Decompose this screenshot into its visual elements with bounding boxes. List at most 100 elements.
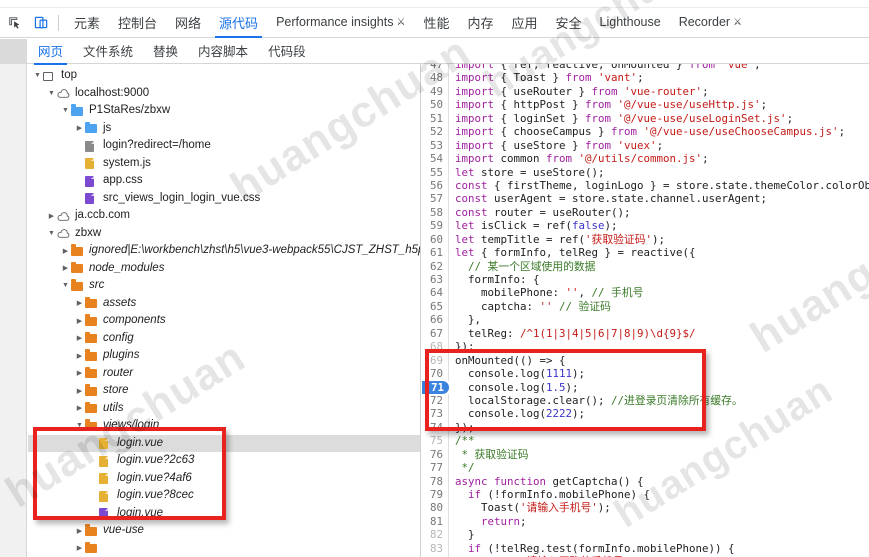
tab-performance[interactable]: 性能 [414,9,458,37]
tab-application[interactable]: 应用 [502,9,546,37]
code-line[interactable]: 57 const userAgent = store.state.channel.… [422,192,869,206]
tree-node[interactable]: ▶ router [28,365,420,383]
tree-node[interactable]: ▶ js [28,120,420,138]
chevron-right-icon[interactable]: ▶ [74,350,85,361]
line-number[interactable]: 77 [422,461,449,475]
code-line[interactable]: 83 if (!telReg.test(formInfo.mobilePhone… [422,541,869,556]
code-line[interactable]: 71 console.log(1.5); [422,380,869,394]
tab-memory[interactable]: 内存 [458,9,502,37]
line-number[interactable]: 58 [422,205,449,220]
line-number[interactable]: 63 [422,273,449,287]
code-line[interactable]: 67 telReg: /^1(1|3|4|5|6|7|8|9)\d{9}$/ [422,326,869,341]
code-line[interactable]: 69 onMounted(() => { [422,353,869,368]
tree-node[interactable]: ▼ localhost:9000 [28,85,420,103]
line-number[interactable]: 51 [422,111,449,126]
chevron-right-icon[interactable]: ▶ [74,403,85,414]
tree-node[interactable]: ▶ node_modules [28,260,420,278]
line-number[interactable]: 52 [422,125,449,139]
line-number[interactable]: 62 [422,259,449,273]
chevron-right-icon[interactable]: ▶ [74,123,85,134]
code-line[interactable]: 78 async function getCaptcha() { [422,474,869,488]
tab-recorder[interactable]: Recorder ⚔ [670,11,751,34]
line-number[interactable]: 74 [422,420,449,435]
chevron-right-icon[interactable]: ▶ [60,245,71,256]
code-line[interactable]: 65 captcha: '' // 验证码 [422,299,869,314]
code-line[interactable]: 50 import { httpPost } from '@/vue-use/us… [422,98,869,112]
line-number[interactable]: 54 [422,152,449,166]
code-line[interactable]: 58 const router = useRouter(); [422,205,869,220]
code-line[interactable]: 80 Toast('请输入手机号'); [422,501,869,515]
line-number[interactable]: 70 [422,367,449,381]
tree-node[interactable]: ▶src_views_login_login_vue.css [28,190,420,208]
tab-security[interactable]: 安全 [547,9,591,37]
code-line[interactable]: 77 */ [422,461,869,475]
line-number[interactable]: 50 [422,98,449,112]
tree-node[interactable]: ▶ [28,540,420,557]
line-number[interactable]: 81 [422,514,449,529]
line-number[interactable]: 79 [422,488,449,502]
tree-node[interactable]: ▶system.js [28,155,420,173]
code-line[interactable]: 75 /** [422,434,869,448]
code-line[interactable]: 62 // 某一个区域使用的数据 [422,259,869,273]
line-number[interactable]: 78 [422,474,449,488]
line-number[interactable]: 53 [422,138,449,153]
line-number[interactable]: 66 [422,313,449,327]
tree-node[interactable]: ▼ src [28,277,420,295]
chevron-down-icon[interactable]: ▼ [60,280,71,291]
code-line[interactable]: 64 mobilePhone: '', // 手机号 [422,286,869,300]
sub-tab-page[interactable]: 网页 [28,38,73,65]
line-number[interactable]: 67 [422,326,449,341]
code-line[interactable]: 59 let isClick = ref(false); [422,219,869,233]
code-line[interactable]: 63 formInfo: { [422,273,869,287]
sub-tab-snippets[interactable]: 代码段 [258,38,316,64]
tab-console[interactable]: 控制台 [109,9,166,37]
line-number[interactable]: 61 [422,246,449,260]
code-line[interactable]: 81 return; [422,514,869,529]
inspect-element-icon[interactable] [4,12,26,34]
chevron-down-icon[interactable]: ▼ [46,88,57,99]
line-number[interactable]: 55 [422,165,449,179]
tree-node[interactable]: ▶login.vue [28,505,420,523]
line-number[interactable]: 59 [422,219,449,233]
line-number[interactable]: 57 [422,192,449,206]
code-line[interactable]: 51 import { loginSet } from '@/vue-use/us… [422,111,869,126]
tab-performance-insights[interactable]: Performance insights ⚔ [267,11,414,34]
tree-node[interactable]: ▼ P1StaRes/zbxw [28,102,420,120]
tree-node[interactable]: ▶ plugins [28,347,420,365]
line-number[interactable]: 60 [422,232,449,247]
code-editor[interactable]: 47 import { ref, reactive, onMounted } fr… [422,57,869,557]
line-number[interactable]: 71 [422,380,449,394]
tree-node[interactable]: ▶login?redirect=/home [28,137,420,155]
line-number[interactable]: 80 [422,501,449,515]
device-toolbar-icon[interactable] [30,12,52,34]
line-number[interactable]: 56 [422,178,449,193]
chevron-right-icon[interactable]: ▶ [74,368,85,379]
line-number[interactable]: 75 [422,434,449,448]
chevron-right-icon[interactable]: ▶ [74,525,85,536]
code-line[interactable]: 49 import { useRouter } from 'vue-router'… [422,84,869,99]
line-number[interactable]: 76 [422,447,449,462]
code-line[interactable]: 82 } [422,528,869,542]
code-line[interactable]: 68}); [422,340,869,354]
tree-node[interactable]: ▶ ignored|E:\workbench\zhst\h5\vue3-webpa… [28,242,420,260]
code-line[interactable]: 54 import common from '@/utils/common.js'… [422,152,869,166]
chevron-down-icon[interactable]: ▼ [32,70,43,81]
code-line[interactable]: 60 let tempTitle = ref('获取验证码'); [422,232,869,247]
code-line[interactable]: 56 const { firstTheme, loginLogo } = stor… [422,178,869,193]
chevron-down-icon[interactable]: ▼ [74,420,85,431]
chevron-down-icon[interactable]: ▼ [60,105,71,116]
code-line[interactable]: 53 import { useStore } from 'vuex'; [422,138,869,153]
code-line[interactable]: 61 let { formInfo, telReg } = reactive({ [422,246,869,260]
chevron-right-icon[interactable]: ▶ [74,385,85,396]
tree-node[interactable]: ▶login.vue?8cec [28,487,420,505]
code-line[interactable]: 52 import { chooseCampus } from '@/vue-us… [422,125,869,139]
chevron-down-icon[interactable]: ▼ [46,228,57,239]
line-number[interactable]: 49 [422,84,449,99]
tab-lighthouse[interactable]: Lighthouse [591,11,670,34]
line-number[interactable]: 48 [422,71,449,85]
code-line[interactable]: 70 console.log(1111); [422,367,869,381]
tree-node[interactable]: ▼ zbxw [28,225,420,243]
chevron-right-icon[interactable]: ▶ [60,263,71,274]
sub-tab-content-scripts[interactable]: 内容脚本 [188,38,258,64]
line-number[interactable]: 68 [422,340,449,354]
